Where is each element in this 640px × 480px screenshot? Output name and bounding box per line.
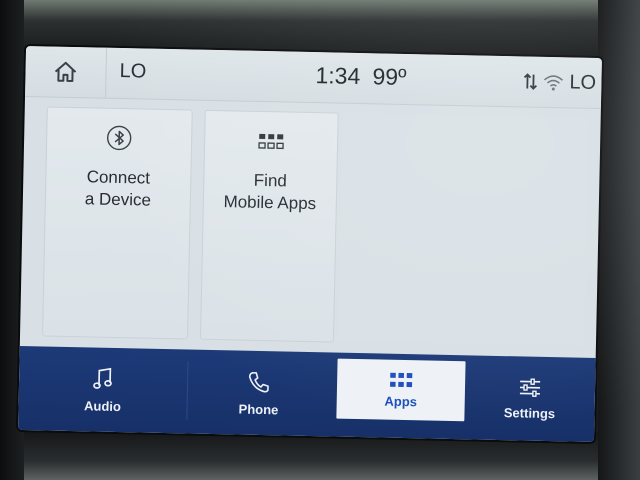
nav-phone-label: Phone	[238, 401, 279, 417]
nav-apps[interactable]: Apps	[336, 358, 466, 422]
nav-settings-label: Settings	[503, 404, 556, 421]
music-note-icon	[93, 367, 112, 389]
nav-settings[interactable]: Settings	[464, 355, 596, 442]
touchscreen: LO 1:34 99º LO Connect a Device Find Mob…	[18, 46, 602, 442]
status-indicators: LO	[523, 69, 596, 95]
connect-device-tile[interactable]: Connect a Device	[42, 106, 193, 340]
status-bar: LO 1:34 99º LO	[25, 46, 602, 110]
clock: 1:34	[315, 62, 361, 90]
find-mobile-apps-label: Find Mobile Apps	[223, 170, 317, 214]
nav-audio[interactable]: Audio	[18, 346, 188, 433]
sliders-icon	[519, 377, 541, 397]
connect-device-label: Connect a Device	[84, 167, 152, 210]
home-icon	[54, 61, 77, 82]
content-area-empty	[337, 112, 589, 346]
nav-phone[interactable]: Phone	[186, 349, 332, 436]
home-button[interactable]	[25, 46, 108, 98]
nav-audio-label: Audio	[83, 397, 122, 414]
find-mobile-apps-tile[interactable]: Find Mobile Apps	[199, 109, 339, 343]
outside-temperature: 99º	[372, 63, 407, 90]
bottom-nav-bar: Audio Phone Apps Settings	[18, 345, 596, 442]
driver-temp-setting[interactable]: LO	[119, 60, 146, 84]
dashboard-bezel-right	[598, 0, 640, 480]
nav-apps-label: Apps	[384, 393, 418, 409]
data-transfer-icon	[523, 73, 537, 90]
app-grid-icon	[258, 133, 284, 150]
phone-icon	[248, 371, 269, 392]
app-grid-icon	[390, 372, 413, 387]
bluetooth-icon	[106, 125, 132, 151]
wifi-icon	[543, 75, 564, 91]
passenger-temp-setting[interactable]: LO	[569, 71, 596, 95]
